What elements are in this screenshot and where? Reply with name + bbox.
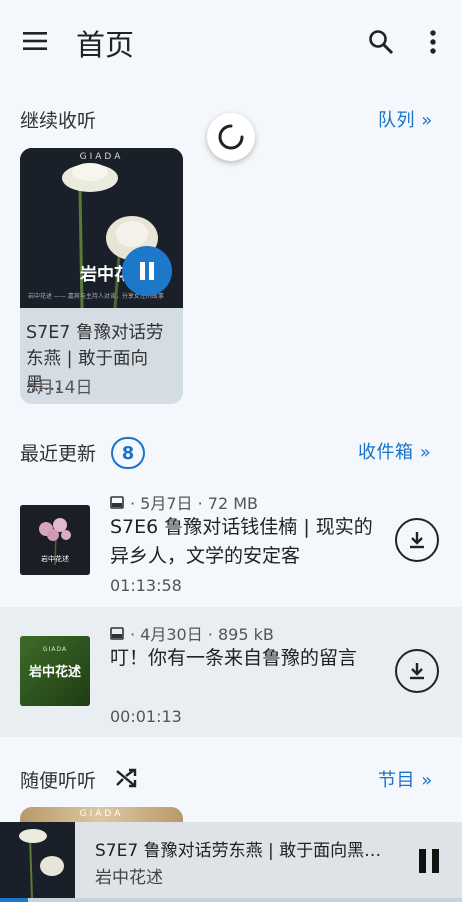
download-icon xyxy=(410,532,424,549)
more-vert-icon[interactable] xyxy=(420,26,446,58)
episode-row[interactable]: GIADA 岩中花述 · 4月30日 · 895 kB 叮！你有一条来自鲁豫的留… xyxy=(0,607,462,737)
card-episode-date: 5月14日 xyxy=(26,378,93,398)
count-badge: 8 xyxy=(111,437,145,469)
cover-title: 岩中花述 xyxy=(41,555,69,563)
pause-button[interactable] xyxy=(122,246,172,296)
player-progress-track xyxy=(0,898,462,902)
inbox-link[interactable]: 收件箱 » xyxy=(358,438,431,464)
episode-title: S7E6 鲁豫对话钱佳楠 | 现实的异乡人，文学的安定客 xyxy=(110,516,373,567)
episode-duration: 00:01:13 xyxy=(110,707,182,726)
queue-link[interactable]: 队列 » xyxy=(378,106,433,132)
inbox-icon xyxy=(110,495,124,509)
episode-cover: GIADA 岩中花述 xyxy=(20,636,90,706)
player-cover xyxy=(0,822,75,898)
page-title: 首页 xyxy=(76,28,135,62)
menu-icon[interactable] xyxy=(18,26,52,56)
player-subtitle: 岩中花述 xyxy=(95,868,163,888)
download-icon xyxy=(410,663,424,680)
cover-brand: GIADA xyxy=(79,809,124,819)
episode-cover: 岩中花述 xyxy=(20,505,90,575)
download-button[interactable] xyxy=(395,518,439,562)
cover-brand: GIADA xyxy=(42,646,68,653)
section-recent-title: 最近更新 xyxy=(20,443,97,465)
episode-meta: · 4月30日 · 895 kB xyxy=(130,625,274,644)
player-title: S7E7 鲁豫对话劳东燕 | 敢于面向黑… xyxy=(95,841,382,861)
cover-title: 岩中花述 xyxy=(28,665,81,680)
loading-spinner-icon xyxy=(207,113,255,161)
section-continue-title: 继续收听 xyxy=(20,110,97,132)
mini-player[interactable]: S7E7 鲁豫对话劳东燕 | 敢于面向黑… 岩中花述 xyxy=(0,822,462,902)
shows-link[interactable]: 节目 » xyxy=(378,766,433,792)
section-random-title: 随便听听 xyxy=(20,770,97,792)
episode-row[interactable]: 岩中花述 · 5月7日 · 72 MB S7E6 鲁豫对话钱佳楠 | 现实的异乡… xyxy=(0,476,462,606)
episode-duration: 01:13:58 xyxy=(110,576,182,595)
episode-title: 叮！你有一条来自鲁豫的留言 xyxy=(110,647,358,669)
pause-icon xyxy=(419,849,439,873)
player-pause-button[interactable] xyxy=(412,844,446,878)
episode-meta: · 5月7日 · 72 MB xyxy=(130,494,259,513)
cover-brand: GIADA xyxy=(79,152,124,162)
episode-cover: 岩中花述 —— 嘉宾与主持人对谈，分享女性的故事 GIADA 岩中花 xyxy=(20,148,183,308)
search-icon[interactable] xyxy=(364,26,398,58)
pause-icon xyxy=(140,262,154,280)
player-progress-fill xyxy=(0,898,28,902)
shuffle-icon[interactable] xyxy=(114,766,138,790)
inbox-icon xyxy=(110,626,124,640)
continue-card[interactable]: 岩中花述 —— 嘉宾与主持人对谈，分享女性的故事 GIADA 岩中花 S7E7 … xyxy=(20,148,183,404)
top-app-bar: 首页 xyxy=(0,0,462,86)
download-button[interactable] xyxy=(395,649,439,693)
